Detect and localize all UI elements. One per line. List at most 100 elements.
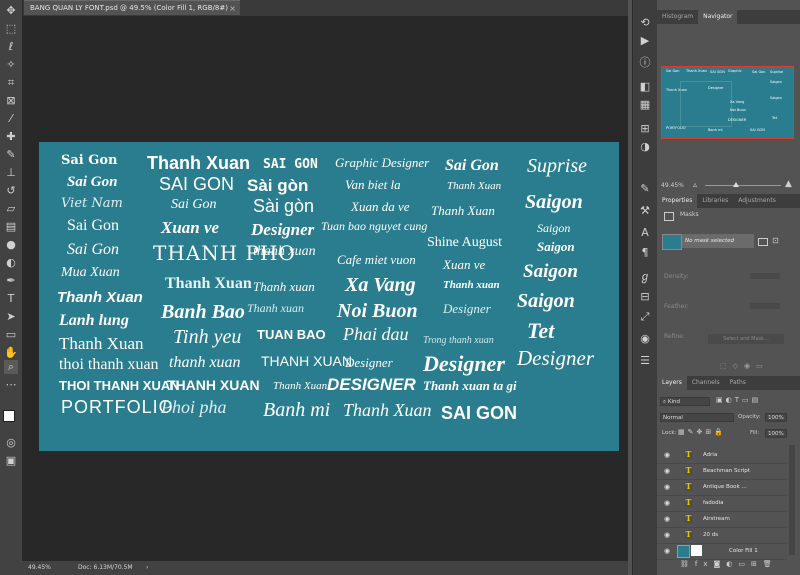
adjustments-icon[interactable]: ◑	[638, 140, 652, 154]
transform-icon[interactable]: ⤢	[638, 310, 652, 324]
visibility-eye-icon[interactable]: ◉	[663, 543, 671, 559]
visibility-eye-icon[interactable]: ◉	[663, 495, 671, 511]
glyphs-icon[interactable]: ℊ	[638, 270, 652, 284]
shape-icon[interactable]: ▭	[4, 328, 18, 342]
select-and-mask-button[interactable]: Select and Mask...	[708, 334, 784, 344]
marquee-icon[interactable]: ⬚	[4, 22, 18, 36]
pixel-mask-icon[interactable]	[758, 238, 768, 246]
document-tab[interactable]: BANG QUAN LY FONT.psd @ 49.5% (Color Fil…	[24, 0, 240, 15]
screen-mode-icon[interactable]: ▣	[4, 454, 18, 468]
crop-icon[interactable]: ⌗	[4, 76, 18, 90]
layer-row[interactable]: ◉ T 20 ds	[657, 527, 787, 544]
lock-icons[interactable]: ▦✎✥⊞🔒	[678, 428, 726, 436]
visibility-eye-icon[interactable]: ◉	[663, 479, 671, 495]
tab-paths[interactable]: Paths	[725, 376, 751, 390]
layers-scrollbar[interactable]	[789, 445, 795, 555]
feather-field[interactable]	[750, 303, 780, 309]
navigator-zoom-value[interactable]: 49.45%	[661, 179, 684, 192]
canvas-text: Phai dau	[343, 324, 409, 344]
history-brush-icon[interactable]: ↺	[4, 184, 18, 198]
blend-mode-select[interactable]: Normal	[660, 413, 734, 422]
tab-navigator[interactable]: Navigator	[698, 10, 738, 24]
tab-channels[interactable]: Channels	[687, 376, 725, 390]
blur-icon[interactable]: ●	[4, 238, 18, 252]
zoom-readout[interactable]: 49.45%	[28, 561, 51, 575]
tab-adjustments[interactable]: Adjustments	[733, 194, 781, 208]
canvas-text: Sài gòn	[253, 196, 315, 216]
layer-comps-icon[interactable]: ⊟	[638, 290, 652, 304]
close-tab-icon[interactable]: ×	[229, 1, 236, 16]
filter-icons[interactable]: ▣◐T▭▤	[716, 396, 761, 404]
info-icon[interactable]: ⓘ	[638, 56, 652, 70]
canvas-text: Thanh Xuan	[59, 334, 144, 353]
layer-actions[interactable]: ⛓fx◙◐▭⊞🗑	[680, 560, 778, 568]
canvas-text: Banh mi	[263, 399, 331, 421]
pen-icon[interactable]: ✒	[4, 274, 18, 288]
status-arrow-icon[interactable]: ›	[146, 561, 148, 575]
canvas-text: Thanh xuan	[253, 279, 315, 294]
stamp-icon[interactable]: ⊥	[4, 166, 18, 180]
eraser-icon[interactable]: ▱	[4, 202, 18, 216]
zoom-slider[interactable]	[705, 185, 781, 186]
layer-row[interactable]: ◉ Tfadodia	[657, 495, 787, 512]
move-icon[interactable]: ✥	[4, 4, 18, 18]
navigator-preview[interactable]: Sai Gon Thanh Xuan SAI GON Graphic Sai G…	[661, 66, 794, 139]
color-icon[interactable]: ◧	[638, 80, 652, 94]
brush-settings-icon[interactable]: ✎	[638, 182, 652, 196]
layer-row[interactable]: ◉ T Beachman Script	[657, 463, 787, 480]
text-layer-icon: T	[684, 449, 693, 459]
path-select-icon[interactable]: ➤	[4, 310, 18, 324]
tools-icon[interactable]: ⚒	[638, 204, 652, 218]
swatches-icon[interactable]: ▦	[638, 98, 652, 112]
healing-icon[interactable]: ✚	[4, 130, 18, 144]
density-label: Density:	[664, 273, 689, 280]
type-icon[interactable]: T	[4, 292, 18, 306]
zoom-in-icon[interactable]: ▲	[785, 178, 792, 191]
edit-toolbar-icon[interactable]: ⋯	[4, 378, 18, 392]
brush-icon[interactable]: ✎	[4, 148, 18, 162]
foreground-color-swatch[interactable]	[3, 410, 15, 422]
gradient-icon[interactable]: ▤	[4, 220, 18, 234]
color-wheel-icon[interactable]: ◉	[638, 332, 652, 346]
canvas-text: Thanh xuan ta gi	[423, 378, 517, 393]
tab-layers[interactable]: Layers	[657, 376, 687, 390]
visibility-eye-icon[interactable]: ◉	[663, 463, 671, 479]
canvas-text: Shine August	[427, 235, 503, 250]
layer-row[interactable]: ◉ T Airstream	[657, 511, 787, 528]
character-icon[interactable]: A	[638, 226, 652, 240]
opacity-field[interactable]: 100%	[765, 413, 787, 422]
layer-row[interactable]: ◉ T Adria	[657, 447, 787, 464]
lasso-icon[interactable]: ℓ	[4, 40, 18, 54]
canvas-text: SAI GON	[263, 157, 318, 172]
tab-histogram[interactable]: Histogram	[657, 10, 698, 24]
canvas-text: Lanh lung	[59, 312, 129, 329]
libraries-icon[interactable]: ⊞	[638, 122, 652, 136]
layer-row[interactable]: ◉ Color Fill 1	[657, 543, 787, 560]
frame-icon[interactable]: ⊠	[4, 94, 18, 108]
visibility-eye-icon[interactable]: ◉	[663, 527, 671, 543]
zoom-slider-thumb[interactable]	[733, 182, 739, 187]
dodge-icon[interactable]: ◐	[4, 256, 18, 270]
layer-filter-select[interactable]: ⌕ Kind	[660, 397, 710, 406]
document-canvas[interactable]: Sai Gon Sai Gon Viet Nam Sai Gon Sai Gon…	[39, 142, 619, 451]
canvas-text: Thanh Xuan	[431, 203, 495, 218]
canvas-text: Saigon	[523, 261, 578, 282]
play-icon[interactable]: ▶	[638, 34, 652, 48]
visibility-eye-icon[interactable]: ◉	[663, 447, 671, 463]
properties-icon[interactable]: ☰	[638, 354, 652, 368]
magic-wand-icon[interactable]: ✧	[4, 58, 18, 72]
zoom-out-icon[interactable]: ▵	[693, 178, 697, 191]
fill-field[interactable]: 100%	[765, 429, 787, 438]
density-field[interactable]	[750, 273, 780, 279]
eyedropper-icon[interactable]: ⁄	[4, 112, 18, 126]
vector-mask-icon[interactable]: ⊡	[772, 236, 779, 245]
hand-icon[interactable]: ✋	[4, 346, 18, 360]
visibility-eye-icon[interactable]: ◉	[663, 511, 671, 527]
history-icon[interactable]: ⟲	[638, 16, 652, 30]
tab-properties[interactable]: Properties	[657, 194, 698, 208]
layer-row[interactable]: ◉ T Antique Book ...	[657, 479, 787, 496]
zoom-icon[interactable]: ⌕	[4, 360, 18, 374]
quick-mask-icon[interactable]: ◎	[4, 436, 18, 450]
tab-libraries[interactable]: Libraries	[697, 194, 733, 208]
paragraph-icon[interactable]: ¶	[638, 246, 652, 260]
